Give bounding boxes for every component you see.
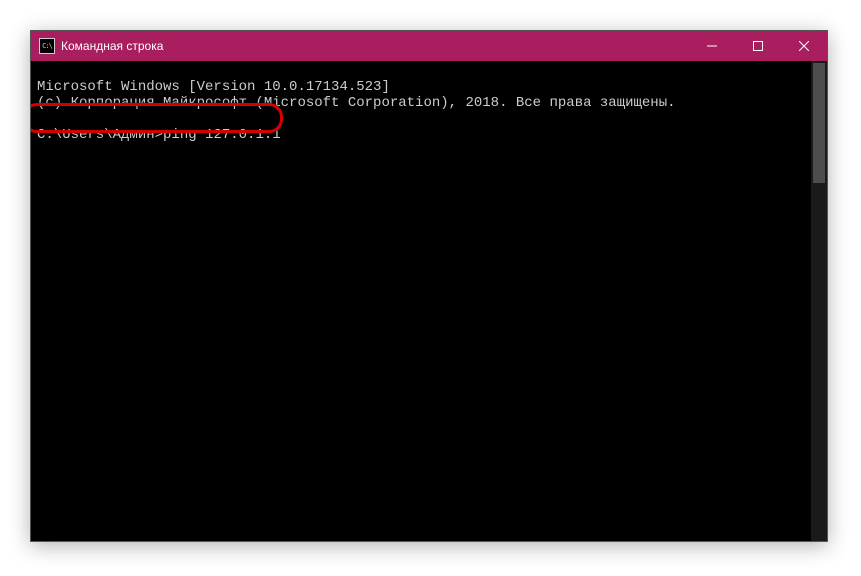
- maximize-button[interactable]: [735, 31, 781, 61]
- terminal-line: Microsoft Windows [Version 10.0.17134.52…: [37, 79, 390, 95]
- prompt-text: C:\Users\Админ>: [37, 127, 163, 143]
- minimize-icon: [707, 41, 717, 51]
- command-prompt-window: C:\ Командная строка Microsoft Windows […: [30, 30, 828, 542]
- minimize-button[interactable]: [689, 31, 735, 61]
- titlebar[interactable]: C:\ Командная строка: [31, 31, 827, 61]
- vertical-scrollbar[interactable]: [811, 61, 827, 541]
- terminal-line: (c) Корпорация Майкрософт (Microsoft Cor…: [37, 95, 676, 111]
- command-text: ping 127.0.1.1: [163, 127, 281, 143]
- maximize-icon: [753, 41, 763, 51]
- terminal-body[interactable]: Microsoft Windows [Version 10.0.17134.52…: [31, 61, 827, 541]
- window-controls: [689, 31, 827, 61]
- scrollbar-thumb[interactable]: [813, 63, 825, 183]
- prompt-line: C:\Users\Админ>ping 127.0.1.1: [37, 127, 281, 143]
- close-button[interactable]: [781, 31, 827, 61]
- terminal-content: Microsoft Windows [Version 10.0.17134.52…: [37, 63, 821, 539]
- close-icon: [799, 41, 809, 51]
- app-icon: C:\: [39, 38, 55, 54]
- window-title: Командная строка: [61, 39, 689, 53]
